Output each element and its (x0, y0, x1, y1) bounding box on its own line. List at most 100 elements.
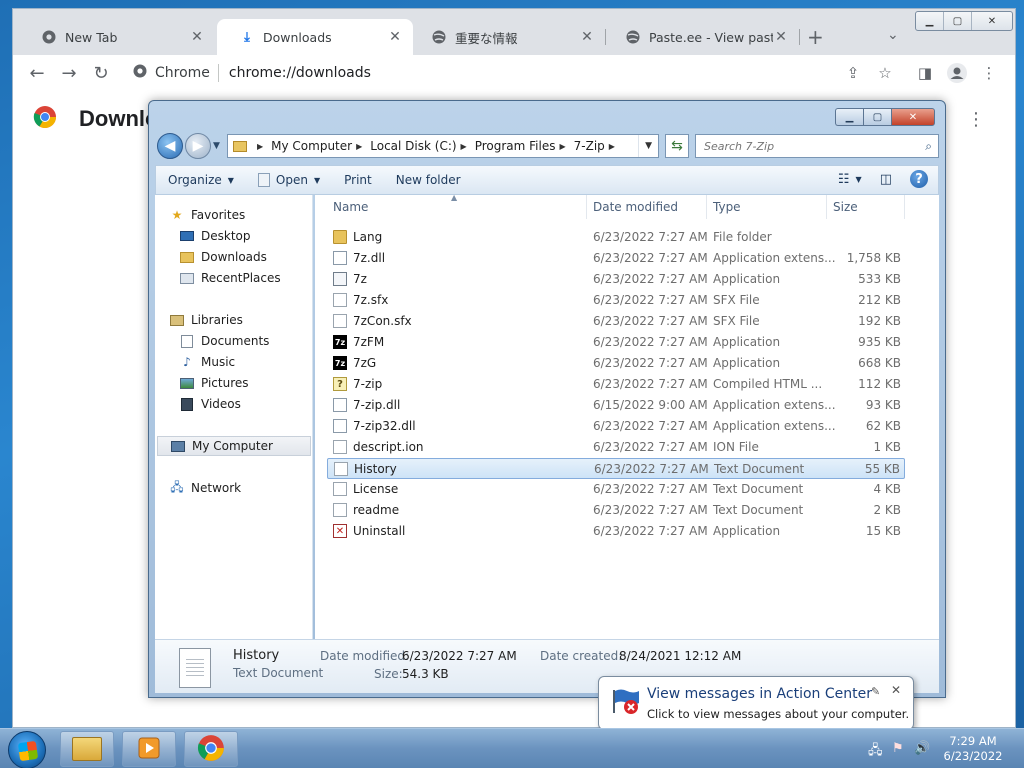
network-tray-icon[interactable]: 🖧 (868, 741, 883, 763)
file-row[interactable]: 7z 7zG 6/23/2022 7:27 AM Application 668 KB (327, 353, 905, 374)
close-icon[interactable]: ✕ (972, 12, 1012, 30)
file-row[interactable]: 7-zip32.dll 6/23/2022 7:27 AM Application … (327, 416, 905, 437)
file-name: Uninstall (353, 524, 406, 538)
text-document-icon (179, 648, 211, 688)
url-text[interactable]: chrome://downloads (229, 65, 371, 81)
nav-my-computer[interactable]: My Computer (157, 436, 311, 456)
file-row[interactable]: License 6/23/2022 7:27 AM Text Document 4 K… (327, 479, 905, 500)
tab-important-info[interactable]: 重要な情報 ✕ (409, 19, 605, 55)
nav-pictures[interactable]: Pictures (179, 373, 337, 393)
breadcrumb-item[interactable]: Program Files ▶ (475, 139, 574, 153)
file-row[interactable]: ? 7-zip 6/23/2022 7:27 AM Compiled HTML ...… (327, 374, 905, 395)
nav-videos[interactable]: Videos (179, 394, 337, 414)
print-button[interactable]: Print (332, 173, 384, 187)
close-icon[interactable]: ✕ (579, 29, 595, 45)
minimize-icon[interactable]: ▁ (916, 12, 944, 30)
search-icon[interactable]: ⌕ (925, 139, 932, 154)
organize-button[interactable]: Organize ▼ (156, 173, 246, 187)
search-input[interactable] (704, 139, 904, 153)
file-row[interactable]: 7z 6/23/2022 7:27 AM Application 533 KB (327, 269, 905, 290)
file-name: descript.ion (353, 440, 424, 454)
side-panel-icon[interactable]: ◨ (913, 61, 937, 85)
minimize-icon[interactable]: ▁ (835, 108, 863, 126)
chevron-right-icon[interactable]: ▶ (559, 142, 565, 151)
more-menu-icon[interactable]: ⋮ (967, 109, 985, 130)
close-icon[interactable]: ✕ (891, 108, 935, 126)
file-row[interactable]: readme 6/23/2022 7:27 AM Text Document 2 KB (327, 500, 905, 521)
close-icon[interactable]: ✕ (773, 29, 789, 45)
file-row[interactable]: 7z 7zFM 6/23/2022 7:27 AM Application 935 KB (327, 332, 905, 353)
chevron-down-icon[interactable]: ▼ (638, 135, 658, 157)
nav-desktop[interactable]: Desktop (179, 226, 337, 246)
file-row[interactable]: 7-zip.dll 6/15/2022 9:00 AM Application ex… (327, 395, 905, 416)
chevron-down-icon[interactable]: ⌄ (887, 27, 899, 43)
nav-music[interactable]: ♪ Music (179, 352, 337, 372)
file-row[interactable]: descript.ion 6/23/2022 7:27 AM ION File 1 K… (327, 437, 905, 458)
address-bar[interactable]: ▶ My Computer ▶ Local Disk (C:) ▶ Program … (227, 134, 659, 158)
refresh-icon[interactable]: ⇆ (665, 134, 689, 158)
omnibox-divider (217, 64, 219, 82)
start-button[interactable] (8, 731, 46, 768)
action-center-notification[interactable]: View messages in Action Center Click to … (598, 676, 914, 730)
help-icon[interactable]: ? (910, 170, 928, 188)
back-arrow-icon[interactable]: ← (25, 61, 49, 85)
column-header-size[interactable]: Size (827, 195, 905, 219)
file-row[interactable]: History 6/23/2022 7:27 AM Text Document 55 … (327, 458, 905, 479)
chevron-right-icon[interactable]: ▶ (356, 142, 362, 151)
new-tab-button[interactable]: + (807, 25, 824, 49)
pin-icon[interactable]: ✎ (871, 685, 880, 698)
reload-icon[interactable]: ↻ (89, 61, 113, 85)
share-icon[interactable]: ⇪ (841, 61, 865, 85)
close-icon[interactable]: ✕ (189, 29, 205, 45)
tab-paste-ee[interactable]: Paste.ee - View paste m ✕ (603, 19, 799, 55)
more-menu-icon[interactable]: ⋮ (977, 61, 1001, 85)
open-button[interactable]: Open ▼ (246, 173, 332, 187)
recent-pages-dropdown-icon[interactable]: ▼ (213, 141, 220, 151)
nav-documents[interactable]: Documents (179, 331, 337, 351)
chevron-right-icon[interactable]: ▶ (609, 142, 615, 151)
maximize-icon[interactable]: ▢ (863, 108, 891, 126)
maximize-icon[interactable]: ▢ (944, 12, 972, 30)
file-row[interactable]: ✕ Uninstall 6/23/2022 7:27 AM Application 15… (327, 521, 905, 542)
bookmark-star-icon[interactable]: ☆ (873, 61, 897, 85)
preview-pane-icon[interactable]: ◫ (880, 172, 892, 187)
view-options-icon[interactable]: ☷ (838, 172, 850, 187)
breadcrumb-item[interactable]: 7-Zip ▶ (574, 139, 623, 153)
nav-favorites[interactable]: ★ Favorites (169, 205, 327, 225)
column-header-type[interactable]: Type (707, 195, 827, 219)
profile-avatar-icon[interactable] (945, 61, 969, 85)
new-folder-button[interactable]: New folder (384, 173, 473, 187)
column-header-name[interactable]: Name (327, 195, 587, 219)
forward-arrow-icon[interactable]: ▶ (185, 133, 211, 159)
taskbar-chrome-button[interactable] (184, 731, 238, 767)
breadcrumb-item[interactable]: Local Disk (C:) ▶ (370, 139, 474, 153)
nav-libraries[interactable]: Libraries (169, 310, 327, 330)
notification-title[interactable]: View messages in Action Center (647, 686, 872, 702)
taskbar-media-player-button[interactable] (122, 731, 176, 767)
file-row[interactable]: Lang 6/23/2022 7:27 AM File folder (327, 227, 905, 248)
system-clock[interactable]: 7:29 AM 6/23/2022 (940, 734, 1006, 764)
back-arrow-icon[interactable]: ◀ (157, 133, 183, 159)
file-date-modified: 6/23/2022 7:27 AM (594, 462, 709, 476)
taskbar-explorer-button[interactable] (60, 731, 114, 767)
nav-recent-places[interactable]: RecentPlaces (179, 268, 337, 288)
volume-icon[interactable]: 🔊 (914, 741, 930, 756)
column-header-date[interactable]: Date modified (587, 195, 707, 219)
action-center-tray-icon[interactable]: ⚑ (892, 741, 904, 756)
file-row[interactable]: 7zCon.sfx 6/23/2022 7:27 AM SFX File 192 KB (327, 311, 905, 332)
file-row[interactable]: 7z.sfx 6/23/2022 7:27 AM SFX File 212 KB (327, 290, 905, 311)
breadcrumb-item[interactable]: My Computer ▶ (271, 139, 370, 153)
chevron-right-icon[interactable]: ▶ (461, 142, 467, 151)
tab-downloads[interactable]: ⤓ Downloads ✕ (217, 19, 413, 55)
chevron-right-icon[interactable]: ▶ (257, 142, 263, 151)
search-box[interactable]: ⌕ (695, 134, 939, 158)
close-icon[interactable]: ✕ (387, 29, 403, 45)
file-row[interactable]: 7z.dll 6/23/2022 7:27 AM Application exten… (327, 248, 905, 269)
nav-label: Favorites (191, 208, 246, 222)
close-icon[interactable]: ✕ (891, 683, 901, 697)
nav-downloads[interactable]: Downloads (179, 247, 337, 267)
forward-arrow-icon[interactable]: → (57, 61, 81, 85)
tab-new-tab[interactable]: New Tab ✕ (19, 19, 215, 55)
nav-network[interactable]: 🖧 Network (169, 478, 327, 498)
chevron-down-icon[interactable]: ▼ (856, 175, 862, 184)
